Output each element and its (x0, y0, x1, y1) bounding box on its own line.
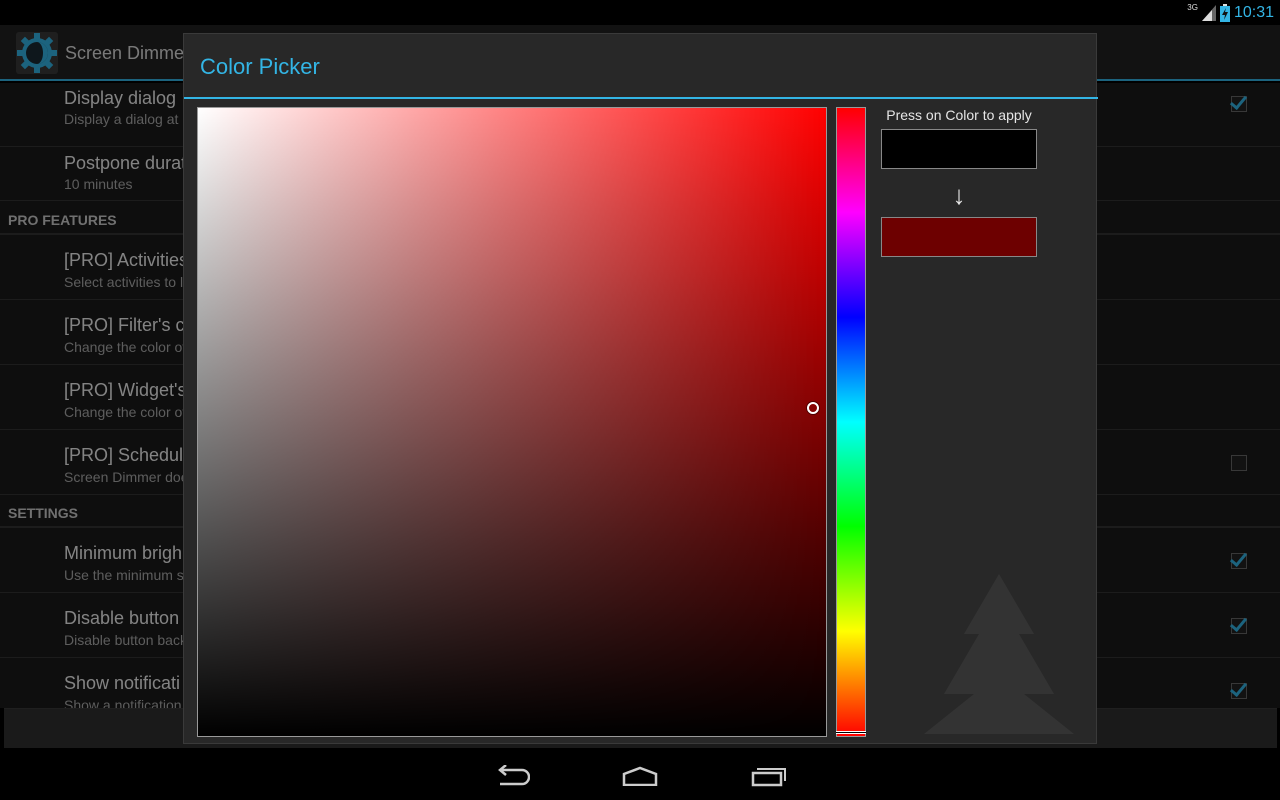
signal-icon (1201, 5, 1216, 21)
home-icon (622, 766, 658, 786)
dialog-title: Color Picker (200, 54, 320, 79)
screen: 3G 10:31 Screen Dimmer Display dialog Di… (0, 0, 1280, 800)
watermark-icon (924, 574, 1074, 734)
color-cursor[interactable] (807, 402, 819, 414)
back-button[interactable] (490, 761, 534, 791)
recent-apps-button[interactable] (746, 761, 790, 791)
clock: 10:31 (1233, 4, 1274, 21)
status-icons: 3G 10:31 (1187, 2, 1274, 24)
network-type-label: 3G (1187, 2, 1198, 12)
battery-charging-icon (1219, 4, 1230, 22)
recent-apps-icon (751, 768, 786, 787)
hue-slider-handle[interactable] (836, 731, 866, 734)
color-picker-dialog: Color Picker Press on Color to apply ↓ (183, 33, 1098, 744)
status-bar: 3G 10:31 (0, 0, 1280, 25)
home-button[interactable] (618, 761, 662, 791)
hue-slider[interactable] (836, 107, 866, 737)
navigation-bar (0, 751, 1280, 800)
saturation-value-picker[interactable] (197, 107, 827, 737)
new-color-swatch[interactable] (881, 217, 1037, 257)
arrow-down-icon: ↓ (952, 180, 966, 210)
back-icon (498, 765, 530, 786)
old-color-swatch[interactable] (881, 129, 1037, 169)
apply-hint: Press on Color to apply (886, 107, 1032, 123)
dialog-title-divider (184, 97, 1098, 99)
